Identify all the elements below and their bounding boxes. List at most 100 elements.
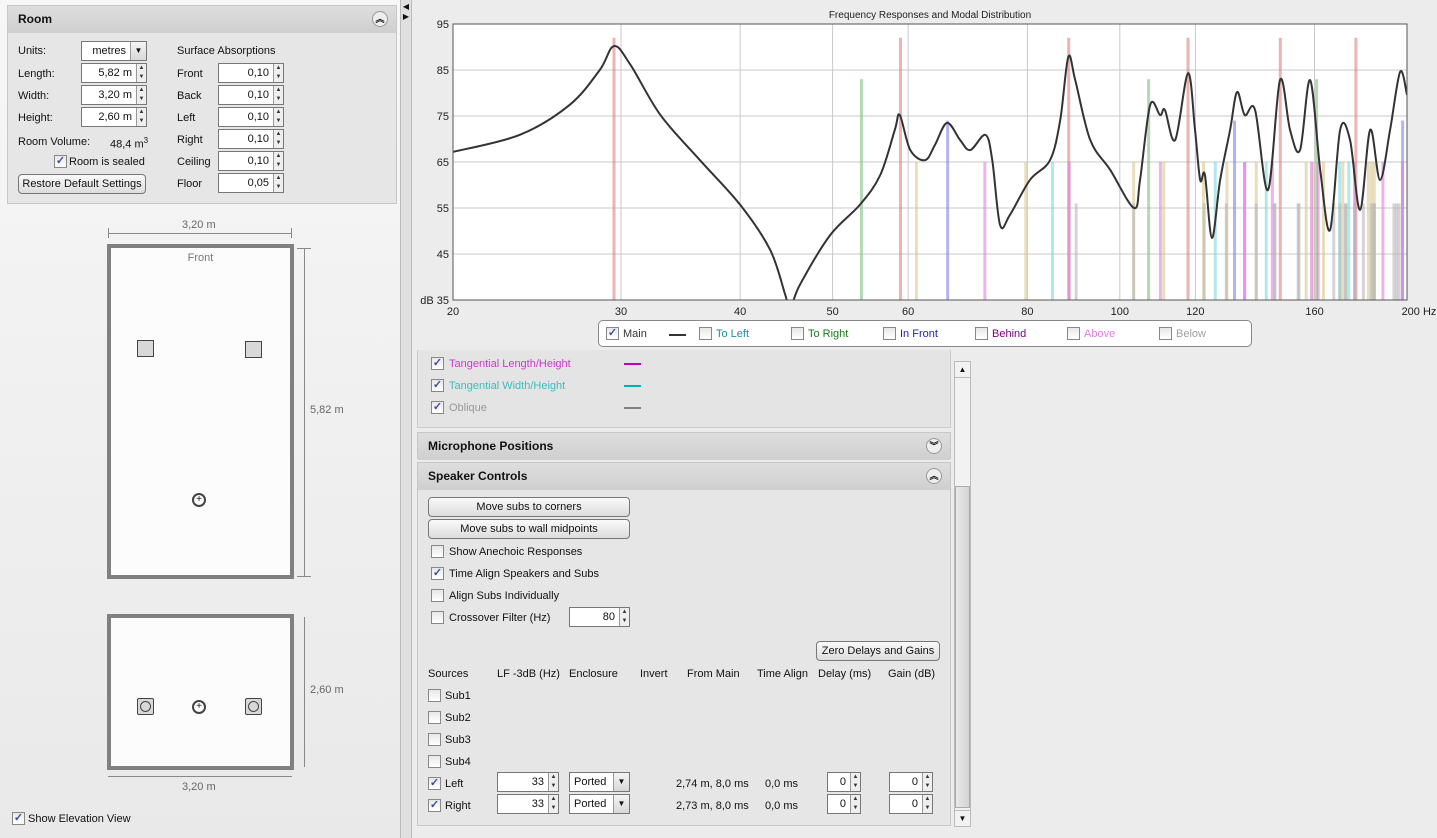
source-checkbox[interactable] [428,711,441,724]
legend-checkbox-in-front[interactable] [883,327,896,340]
collapse-icon[interactable]: ︽ [926,468,942,484]
surface-absorption-field[interactable]: 0,05 ▲ ▼ [218,173,284,193]
spinner-icon[interactable]: ▲ ▼ [136,108,146,126]
spinner-icon[interactable]: ▲ ▼ [548,795,558,813]
microphone-icon[interactable]: + [192,700,206,714]
legend-checkbox-main[interactable]: ✓ [606,327,619,340]
length-label: Length: [18,68,55,80]
room-plan-view[interactable]: Front [107,244,294,579]
spinner-icon[interactable]: ▲ ▼ [273,152,283,170]
spinner-icon[interactable]: ▲ ▼ [273,130,283,148]
delay-field[interactable]: 0 ▲ ▼ [827,772,861,792]
room-elevation-view[interactable] [107,614,294,770]
legend-checkbox-to-left[interactable] [699,327,712,340]
source-checkbox[interactable]: ✓ [428,799,441,812]
length-field[interactable]: 5,82 m ▲ ▼ [81,63,147,83]
spinner-icon[interactable]: ▲ ▼ [136,64,146,82]
legend-checkbox-to-right[interactable] [791,327,804,340]
mode-color-swatch [624,385,641,387]
surface-absorption-field[interactable]: 0,10 ▲ ▼ [218,107,284,127]
height-field[interactable]: 2,60 m ▲ ▼ [81,107,147,127]
from-main-value: 2,74 m, 8,0 ms [676,778,749,790]
option-label: Crossover Filter (Hz) [449,612,551,624]
source-checkbox[interactable] [428,733,441,746]
collapse-icon[interactable]: ︽ [372,11,388,27]
spinner-icon[interactable]: ▲ ▼ [850,795,860,813]
mode-bar [1233,120,1237,300]
spinner-icon[interactable]: ▲ ▼ [548,773,558,791]
legend-checkbox-above[interactable] [1067,327,1080,340]
crossover-field[interactable]: 80 ▲ ▼ [569,607,630,627]
scroll-down-icon[interactable]: ▼ [955,810,970,826]
restore-defaults-button[interactable]: Restore Default Settings [18,174,146,194]
gain-field[interactable]: 0 ▲ ▼ [889,772,933,792]
move-subs-midpoints-button[interactable]: Move subs to wall midpoints [428,519,630,539]
microphone-panel-header[interactable]: Microphone Positions ︾ [418,433,950,460]
spinner-icon[interactable]: ▲ ▼ [273,86,283,104]
mode-label: Tangential Length/Height [449,358,571,370]
splitter[interactable]: ◀ ▶ [400,0,412,838]
spinner-icon[interactable]: ▲ ▼ [922,795,932,813]
left-speaker-icon[interactable] [137,698,154,715]
dimension-tick [297,248,311,249]
right-speaker-icon[interactable] [245,698,262,715]
spinner-icon[interactable]: ▲ ▼ [136,86,146,104]
collapse-arrow-icon[interactable]: ◀ ▶ [401,2,411,22]
mode-bar [1162,162,1166,300]
mode-bar [1074,203,1078,300]
height-label: Height: [18,112,53,124]
delay-field[interactable]: 0 ▲ ▼ [827,794,861,814]
mode-bar [1024,162,1028,300]
right-speaker-icon[interactable] [245,341,262,358]
spinner-icon[interactable]: ▲ ▼ [273,108,283,126]
left-speaker-icon[interactable] [137,340,154,357]
surface-absorption-field[interactable]: 0,10 ▲ ▼ [218,129,284,149]
option-checkbox[interactable]: ✓ [431,567,444,580]
zero-delays-button[interactable]: Zero Delays and Gains [816,641,940,661]
mode-checkbox[interactable]: ✓ [431,401,444,414]
mode-bar [1369,203,1373,300]
mode-checkbox[interactable]: ✓ [431,379,444,392]
microphone-icon[interactable]: + [192,493,206,507]
gain-field[interactable]: 0 ▲ ▼ [889,794,933,814]
spinner-icon[interactable]: ▲ ▼ [922,773,932,791]
surface-absorption-field[interactable]: 0,10 ▲ ▼ [218,85,284,105]
x-tick-label: 30 [615,306,627,318]
spinner-icon[interactable]: ▲ ▼ [850,773,860,791]
move-subs-corners-button[interactable]: Move subs to corners [428,497,630,517]
surface-value: 0,05 [247,177,269,189]
scroll-up-icon[interactable]: ▲ [955,362,970,378]
option-checkbox[interactable] [431,545,444,558]
expand-icon[interactable]: ︾ [926,438,942,454]
units-select[interactable]: metres ▼ [81,41,147,61]
show-elevation-checkbox[interactable]: ✓ [12,812,25,825]
option-checkbox[interactable] [431,589,444,602]
lf-3db-field[interactable]: 33 ▲ ▼ [497,772,559,792]
enclosure-select[interactable]: Ported ▼ [569,772,630,792]
surface-absorption-field[interactable]: 0,10 ▲ ▼ [218,63,284,83]
enclosure-select[interactable]: Ported ▼ [569,794,630,814]
mode-bar [1050,162,1054,300]
source-checkbox[interactable]: ✓ [428,777,441,790]
source-checkbox[interactable] [428,689,441,702]
mode-bar [1202,203,1206,300]
room-sealed-checkbox[interactable]: ✓ [54,155,67,168]
mode-checkbox[interactable]: ✓ [431,357,444,370]
surface-absorption-field[interactable]: 0,10 ▲ ▼ [218,151,284,171]
legend-checkbox-below[interactable] [1159,327,1172,340]
y-tick-label: 75 [437,111,449,123]
option-checkbox[interactable] [431,611,444,624]
mode-bar [1297,203,1301,300]
legend-label: To Right [808,328,849,340]
spinner-icon[interactable]: ▲ ▼ [273,64,283,82]
lf-3db-field[interactable]: 33 ▲ ▼ [497,794,559,814]
speaker-panel-header[interactable]: Speaker Controls ︽ [418,463,950,490]
legend-checkbox-behind[interactable] [975,327,988,340]
source-checkbox[interactable] [428,755,441,768]
scrollbar[interactable]: ▲ ▼ [954,361,971,827]
room-panel-header[interactable]: Room ︽ [8,6,396,33]
spinner-icon[interactable]: ▲ ▼ [619,608,629,626]
scrollbar-thumb[interactable] [955,486,970,808]
spinner-icon[interactable]: ▲ ▼ [273,174,283,192]
width-field[interactable]: 3,20 m ▲ ▼ [81,85,147,105]
